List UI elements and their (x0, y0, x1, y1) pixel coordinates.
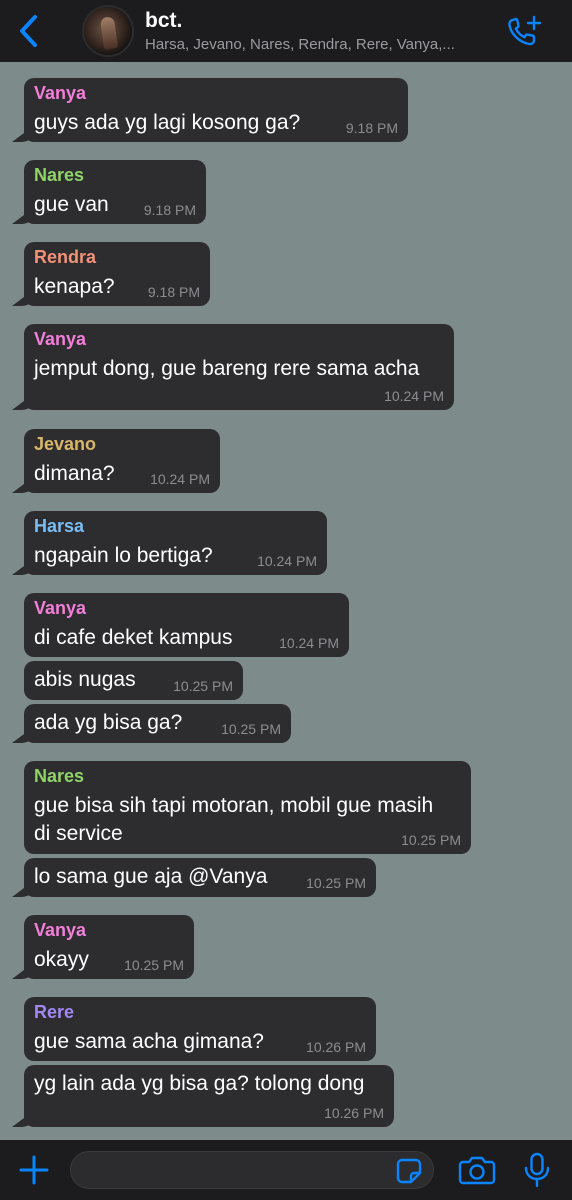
message-time: 10.26 PM (306, 1039, 366, 1055)
message-time: 10.25 PM (221, 721, 281, 737)
message-bubble[interactable]: Nares gue van 9.18 PM (24, 160, 206, 224)
message-input[interactable] (70, 1151, 434, 1189)
sender-name: Jevano (34, 434, 97, 454)
message-text: di cafe deket kampus (34, 626, 233, 649)
message-text: gue sama acha gimana? (34, 1030, 264, 1053)
sticker-button[interactable] (394, 1156, 424, 1186)
message-text: ada yg bisa ga? (34, 711, 183, 734)
message-time: 9.18 PM (143, 202, 196, 218)
message-bubble[interactable]: Nares gue bisa sih tapi motoran, mobil g… (24, 761, 471, 854)
message-time: 10.24 PM (384, 388, 444, 404)
phone-plus-icon (508, 15, 542, 46)
message-bubble[interactable]: abis nugas 10.25 PM (24, 661, 243, 700)
message-bubble[interactable]: Vanya guys ada yg lagi kosong ga? 9.18 P… (24, 78, 408, 142)
sender-name: Vanya (34, 83, 87, 103)
plus-icon (19, 1155, 49, 1185)
message-time: 9.18 PM (345, 120, 398, 136)
sender-name: Rere (34, 1002, 75, 1022)
message-text: jemput dong, gue bareng rere sama acha (34, 357, 420, 380)
message-bubble[interactable]: Rere gue sama acha gimana? 10.26 PM (24, 997, 376, 1061)
message-text: guys ada yg lagi kosong ga? (34, 111, 301, 134)
sender-name: Nares (34, 766, 85, 786)
composer-bar (0, 1140, 572, 1200)
message-bubble[interactable]: Vanya jemput dong, gue bareng rere sama … (24, 324, 454, 410)
message-text: okayy (34, 948, 89, 971)
message-bubble[interactable]: Vanya di cafe deket kampus 10.24 PM (24, 593, 349, 657)
message-time: 10.25 PM (124, 957, 184, 973)
message-time: 10.24 PM (257, 553, 317, 569)
message-bubble[interactable]: Jevano dimana? 10.24 PM (24, 429, 220, 493)
message-bubble[interactable]: Harsa ngapain lo bertiga? 10.24 PM (24, 511, 327, 575)
message-text: abis nugas (34, 668, 136, 691)
message-text: dimana? (34, 462, 115, 485)
message-time: 10.25 PM (173, 678, 233, 694)
message-text-line: di service (34, 822, 123, 845)
message-bubble[interactable]: Vanya okayy 10.25 PM (24, 915, 194, 979)
microphone-icon (524, 1152, 550, 1188)
message-bubble[interactable]: Rendra kenapa? 9.18 PM (24, 242, 210, 306)
camera-icon (458, 1156, 496, 1185)
message-time: 10.24 PM (279, 635, 339, 651)
sender-name: Vanya (34, 598, 87, 618)
attach-button[interactable] (16, 1152, 52, 1188)
message-text: lo sama gue aja @Vanya (34, 865, 268, 888)
microphone-button[interactable] (520, 1152, 554, 1188)
sender-name: Rendra (34, 247, 97, 267)
message-text: kenapa? (34, 275, 115, 298)
message-text-line: gue bisa sih tapi motoran, mobil gue mas… (34, 794, 434, 817)
chat-header: bct. Harsa, Jevano, Nares, Rendra, Rere,… (0, 0, 572, 62)
message-bubble[interactable]: ada yg bisa ga? 10.25 PM (24, 704, 291, 743)
sender-name: Harsa (34, 516, 85, 536)
camera-button[interactable] (458, 1154, 496, 1186)
message-text: gue van (34, 193, 109, 216)
message-time: 9.18 PM (147, 284, 200, 300)
message-bubble[interactable]: lo sama gue aja @Vanya 10.25 PM (24, 858, 376, 897)
message-time: 10.25 PM (401, 832, 461, 848)
message-text: ngapain lo bertiga? (34, 544, 213, 567)
message-text: yg lain ada yg bisa ga? tolong dong (34, 1072, 365, 1095)
message-time: 10.26 PM (324, 1105, 384, 1121)
chevron-left-icon (20, 15, 37, 47)
group-name[interactable]: bct. (145, 9, 182, 33)
message-time: 10.24 PM (150, 471, 210, 487)
sticker-icon (396, 1158, 422, 1184)
group-avatar[interactable] (82, 5, 134, 57)
back-button[interactable] (12, 12, 44, 50)
call-button[interactable] (505, 14, 545, 50)
sender-name: Vanya (34, 329, 87, 349)
message-bubble[interactable]: yg lain ada yg bisa ga? tolong dong 10.2… (24, 1065, 394, 1127)
group-members[interactable]: Harsa, Jevano, Nares, Rendra, Rere, Vany… (145, 36, 497, 53)
sender-name: Vanya (34, 920, 87, 940)
message-time: 10.25 PM (306, 875, 366, 891)
sender-name: Nares (34, 165, 85, 185)
